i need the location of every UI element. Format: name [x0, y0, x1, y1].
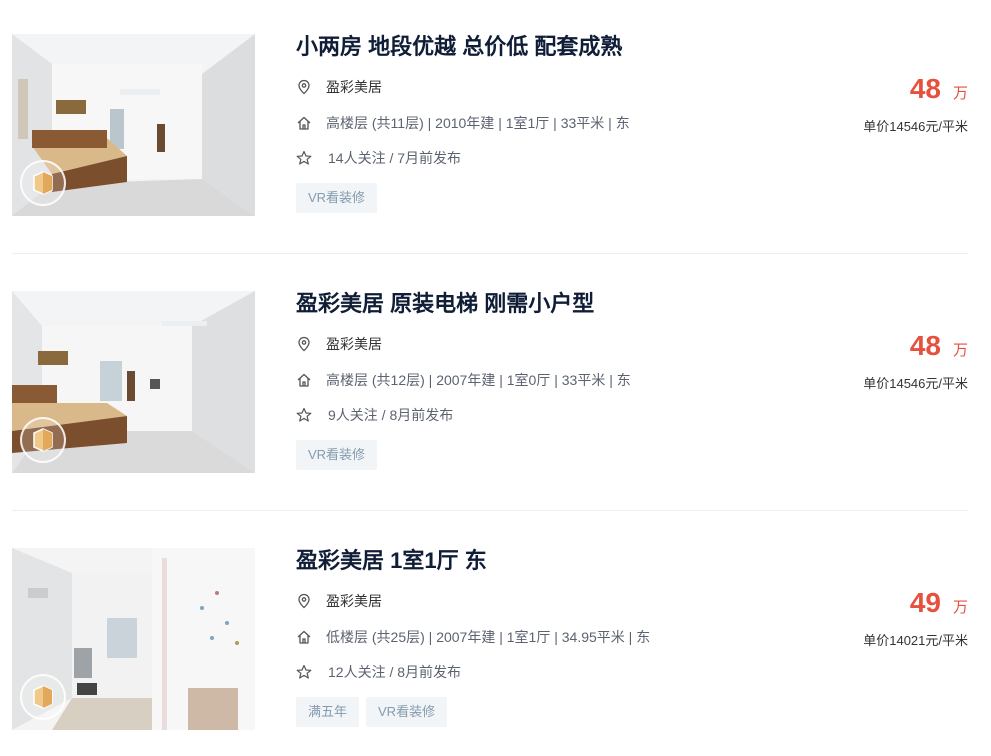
price-block: 49 万 单价14021元/平米 — [828, 588, 968, 649]
house-icon — [296, 372, 312, 388]
tag-list: 满五年 VR看装修 — [296, 697, 448, 727]
house-info-row: 高楼层 (共11层) | 2010年建 | 1室1厅 | 33平米 | 东 — [296, 113, 630, 133]
vr-panorama-icon — [33, 685, 53, 709]
position-row: 盈彩美居 — [296, 77, 382, 97]
house-info-text: 高楼层 (共12层) | 2007年建 | 1室0厅 | 33平米 | 东 — [326, 372, 631, 388]
vr-badge[interactable] — [20, 160, 66, 206]
total-price-value: 48 — [909, 330, 941, 361]
follow-info-row: 9人关注 / 8月前发布 — [296, 405, 453, 425]
vr-badge[interactable] — [20, 417, 66, 463]
house-icon — [296, 629, 312, 645]
listing-title[interactable]: 盈彩美居 原装电梯 刚需小户型 — [296, 291, 594, 317]
listing-info: 盈彩美居 1室1厅 东 盈彩美居 低楼层 (共25层) | 2007年建 | 1… — [296, 548, 856, 730]
community-link[interactable]: 盈彩美居 — [326, 591, 382, 611]
follow-info-text: 12人关注 / 8月前发布 — [328, 664, 462, 680]
tag: VR看装修 — [296, 183, 378, 213]
location-pin-icon — [296, 336, 312, 352]
star-icon — [296, 407, 312, 423]
price-block: 48 万 单价14546元/平米 — [828, 331, 968, 392]
house-info-row: 低楼层 (共25层) | 2007年建 | 1室1厅 | 34.95平米 | 东 — [296, 627, 650, 647]
listing-list: 小两房 地段优越 总价低 配套成熟 盈彩美居 高楼层 (共11层) | 2010… — [0, 0, 991, 756]
house-info-text: 低楼层 (共25层) | 2007年建 | 1室1厅 | 34.95平米 | 东 — [326, 629, 651, 645]
listing-card: 盈彩美居 1室1厅 东 盈彩美居 低楼层 (共25层) | 2007年建 | 1… — [12, 548, 968, 730]
vr-panorama-icon — [33, 428, 53, 452]
unit-price: 单价14546元/平米 — [863, 119, 968, 134]
follow-info-text: 14人关注 / 7月前发布 — [328, 150, 462, 166]
listing-title[interactable]: 盈彩美居 1室1厅 东 — [296, 548, 487, 574]
tag-list: VR看装修 — [296, 183, 378, 213]
community-link[interactable]: 盈彩美居 — [326, 334, 382, 354]
total-price: 48 万 — [828, 74, 968, 104]
listing-info: 盈彩美居 原装电梯 刚需小户型 盈彩美居 高楼层 (共12层) | 2007年建… — [296, 291, 856, 473]
listing-photo[interactable] — [12, 548, 255, 730]
follow-info-text: 9人关注 / 8月前发布 — [328, 407, 454, 423]
vr-panorama-icon — [33, 171, 53, 195]
star-icon — [296, 664, 312, 680]
house-info-row: 高楼层 (共12层) | 2007年建 | 1室0厅 | 33平米 | 东 — [296, 370, 631, 390]
price-block: 48 万 单价14546元/平米 — [828, 74, 968, 135]
tag-list: VR看装修 — [296, 440, 378, 470]
total-price: 49 万 — [828, 588, 968, 618]
divider — [12, 510, 968, 511]
house-icon — [296, 115, 312, 131]
total-price-value: 49 — [909, 587, 941, 618]
total-price: 48 万 — [828, 331, 968, 361]
location-pin-icon — [296, 593, 312, 609]
total-price-unit: 万 — [952, 85, 968, 102]
total-price-unit: 万 — [952, 599, 968, 616]
unit-price: 单价14021元/平米 — [863, 633, 968, 648]
star-icon — [296, 150, 312, 166]
total-price-value: 48 — [909, 73, 941, 104]
follow-info-row: 14人关注 / 7月前发布 — [296, 148, 461, 168]
follow-info-row: 12人关注 / 8月前发布 — [296, 662, 461, 682]
tag: VR看装修 — [366, 697, 448, 727]
listing-card: 小两房 地段优越 总价低 配套成熟 盈彩美居 高楼层 (共11层) | 2010… — [12, 34, 968, 216]
listing-photo[interactable] — [12, 291, 255, 473]
listing-photo[interactable] — [12, 34, 255, 216]
location-pin-icon — [296, 79, 312, 95]
community-link[interactable]: 盈彩美居 — [326, 77, 382, 97]
tag: VR看装修 — [296, 440, 378, 470]
divider — [12, 253, 968, 254]
listing-title[interactable]: 小两房 地段优越 总价低 配套成熟 — [296, 34, 622, 60]
unit-price: 单价14546元/平米 — [863, 376, 968, 391]
listing-info: 小两房 地段优越 总价低 配套成熟 盈彩美居 高楼层 (共11层) | 2010… — [296, 34, 856, 216]
house-info-text: 高楼层 (共11层) | 2010年建 | 1室1厅 | 33平米 | 东 — [326, 115, 630, 131]
listing-card: 盈彩美居 原装电梯 刚需小户型 盈彩美居 高楼层 (共12层) | 2007年建… — [12, 291, 968, 473]
tag: 满五年 — [296, 697, 360, 727]
total-price-unit: 万 — [952, 342, 968, 359]
vr-badge[interactable] — [20, 674, 66, 720]
position-row: 盈彩美居 — [296, 591, 382, 611]
position-row: 盈彩美居 — [296, 334, 382, 354]
